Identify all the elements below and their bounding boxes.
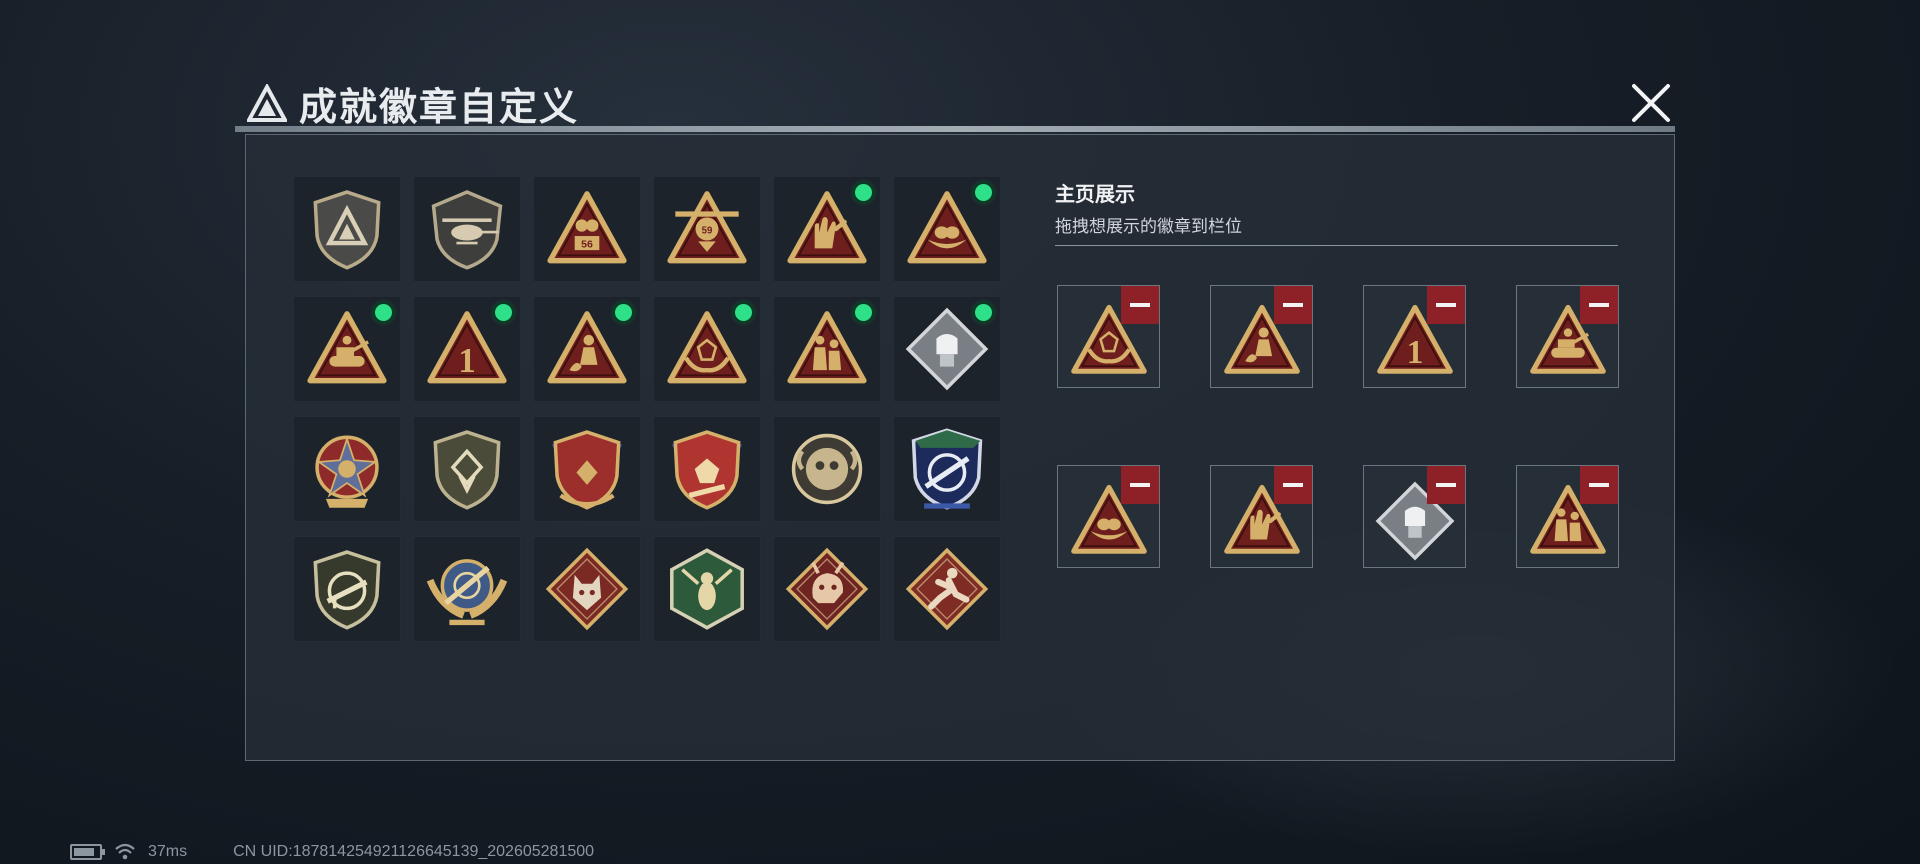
badge-tile[interactable] bbox=[653, 536, 761, 642]
battery-icon bbox=[70, 844, 105, 860]
new-indicator-dot bbox=[975, 184, 992, 201]
showcase-slot[interactable] bbox=[1057, 465, 1160, 568]
dialog-header: 成就徽章自定义 bbox=[247, 76, 579, 131]
badge-tile[interactable] bbox=[533, 296, 641, 402]
new-indicator-dot bbox=[375, 304, 392, 321]
page-title: 成就徽章自定义 bbox=[299, 87, 580, 129]
new-indicator-dot bbox=[855, 304, 872, 321]
badge-tile[interactable]: 59 bbox=[653, 176, 761, 282]
header-divider bbox=[235, 126, 1675, 132]
badge-tile[interactable] bbox=[893, 536, 1001, 642]
new-indicator-dot bbox=[735, 304, 752, 321]
svg-text:1: 1 bbox=[1406, 333, 1423, 370]
new-indicator-dot bbox=[855, 184, 872, 201]
new-indicator-dot bbox=[975, 304, 992, 321]
triangle-plane-badge-icon: 59 bbox=[667, 191, 747, 264]
olive-shield-badge-icon bbox=[433, 430, 501, 510]
runner-diamond-badge-icon bbox=[905, 547, 989, 631]
badge-tile[interactable] bbox=[293, 416, 401, 522]
svg-text:59: 59 bbox=[702, 225, 713, 236]
showcase-slot[interactable] bbox=[1363, 465, 1466, 568]
ping-value: 37ms bbox=[148, 843, 188, 860]
remove-badge-button[interactable] bbox=[1121, 466, 1159, 504]
remove-badge-button[interactable] bbox=[1274, 466, 1312, 504]
showcase-slot[interactable] bbox=[1210, 465, 1313, 568]
remove-badge-button[interactable] bbox=[1580, 286, 1618, 324]
svg-text:1: 1 bbox=[458, 341, 476, 380]
badge-tile[interactable] bbox=[893, 296, 1001, 402]
badge-tile[interactable] bbox=[413, 176, 521, 282]
status-bar: 37ms CN UID:187814254921126645139_202605… bbox=[70, 843, 594, 861]
remove-badge-button[interactable] bbox=[1580, 466, 1618, 504]
showcase-slot[interactable] bbox=[1516, 285, 1619, 388]
badge-tile[interactable] bbox=[773, 176, 881, 282]
delta-logo-icon bbox=[247, 83, 287, 122]
remove-badge-button[interactable] bbox=[1274, 286, 1312, 324]
badge-tile[interactable] bbox=[413, 416, 521, 522]
wings-crosshair-badge-icon bbox=[426, 559, 508, 626]
badge-tile[interactable] bbox=[293, 296, 401, 402]
new-indicator-dot bbox=[615, 304, 632, 321]
showcase-slot[interactable]: 1 bbox=[1363, 285, 1466, 388]
badge-tile[interactable] bbox=[893, 176, 1001, 282]
remove-badge-button[interactable] bbox=[1427, 466, 1465, 504]
remove-badge-button[interactable] bbox=[1427, 286, 1465, 324]
close-icon[interactable] bbox=[1628, 80, 1674, 126]
new-indicator-dot bbox=[495, 304, 512, 321]
showcase-divider bbox=[1055, 245, 1618, 246]
shield-triangle-logo-badge-icon bbox=[313, 190, 381, 270]
rifle-shield-badge-icon bbox=[313, 550, 381, 630]
showcase-slots: 1 bbox=[1057, 285, 1619, 568]
triangle-56-badge-icon: 56 bbox=[547, 191, 627, 264]
red-stars-shield-badge-icon bbox=[671, 430, 743, 510]
crosshair-rifle-badge-icon bbox=[911, 428, 983, 510]
remove-badge-button[interactable] bbox=[1121, 286, 1159, 324]
showcase-subtitle: 拖拽想展示的徽章到栏位 bbox=[1055, 217, 1242, 236]
badge-tile[interactable] bbox=[533, 416, 641, 522]
star-medal-badge-icon bbox=[315, 435, 379, 508]
badge-tile[interactable] bbox=[533, 536, 641, 642]
badge-tile[interactable] bbox=[413, 536, 521, 642]
hornet-hexagon-badge-icon bbox=[670, 548, 744, 630]
badge-tile[interactable] bbox=[293, 536, 401, 642]
badge-tile[interactable]: 1 bbox=[413, 296, 521, 402]
showcase-slot[interactable] bbox=[1516, 465, 1619, 568]
dragon-diamond-badge-icon bbox=[785, 547, 869, 631]
round-skull-badge-icon bbox=[791, 433, 863, 505]
stars-shield-badge-icon bbox=[551, 430, 623, 510]
showcase-slot[interactable] bbox=[1057, 285, 1160, 388]
badge-tile[interactable] bbox=[773, 296, 881, 402]
badge-grid: 56 59 1 bbox=[293, 176, 1001, 642]
wifi-icon bbox=[115, 843, 135, 860]
wolf-diamond-badge-icon bbox=[545, 547, 629, 631]
badge-tile[interactable] bbox=[773, 536, 881, 642]
badge-tile[interactable] bbox=[653, 416, 761, 522]
showcase-slot[interactable] bbox=[1210, 285, 1313, 388]
uid-text: CN UID:187814254921126645139_20260528150… bbox=[233, 843, 595, 860]
badge-tile[interactable] bbox=[653, 296, 761, 402]
svg-text:56: 56 bbox=[581, 238, 593, 250]
helicopter-shield-badge-icon bbox=[431, 190, 503, 270]
badge-tile[interactable] bbox=[893, 416, 1001, 522]
badge-tile[interactable] bbox=[773, 416, 881, 522]
badge-tile[interactable] bbox=[293, 176, 401, 282]
badge-tile[interactable]: 56 bbox=[533, 176, 641, 282]
showcase-title: 主页展示 bbox=[1055, 184, 1135, 206]
